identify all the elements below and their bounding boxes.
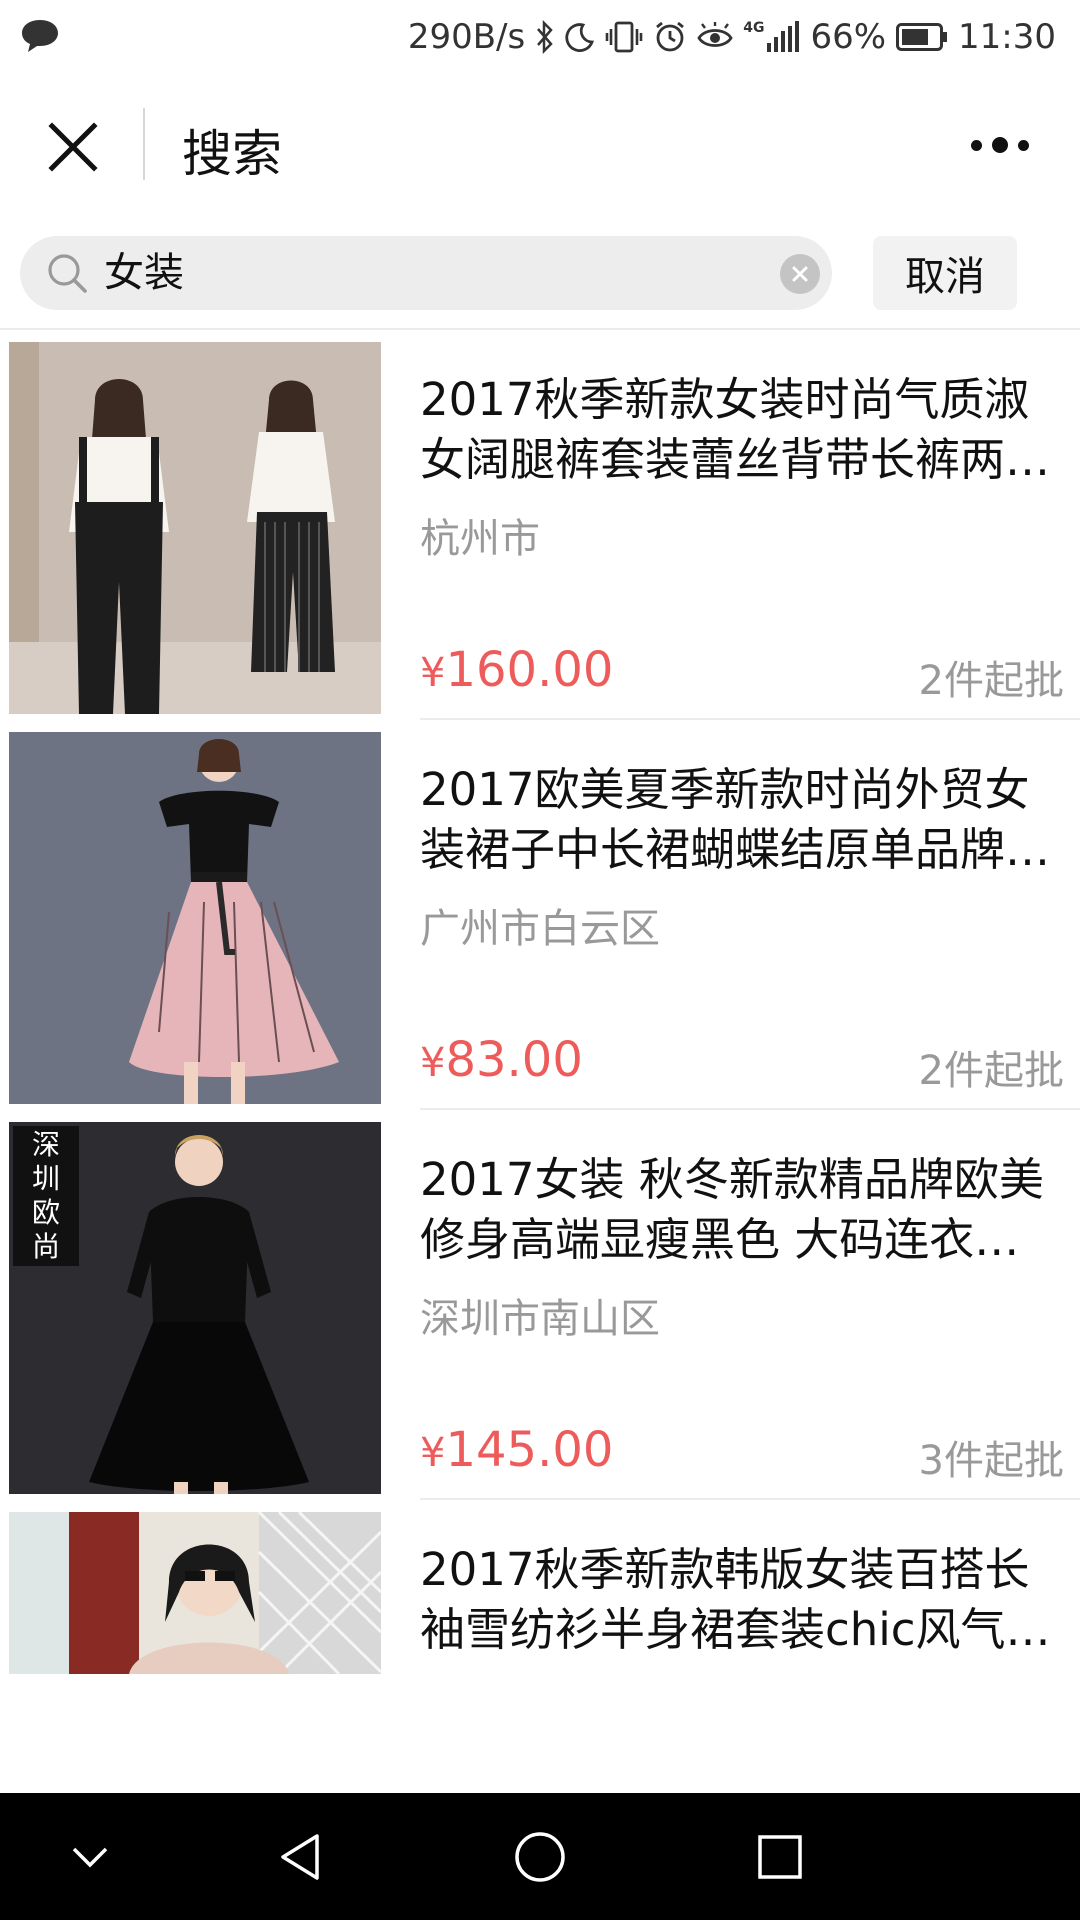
product-item[interactable]: 深圳欧尚 2017女装 秋冬新款精品牌欧美修身高端显瘦黑色 大码连衣… 深圳市南… (0, 1110, 1080, 1500)
product-location: 深圳市南山区 (420, 1296, 660, 1342)
nav-home-button[interactable] (500, 1793, 580, 1920)
price-value: 83.00 (445, 1032, 583, 1088)
vibrate-icon (605, 20, 643, 54)
nav-down-icon (72, 1847, 108, 1867)
search-query: 女装 (104, 250, 184, 296)
clear-button[interactable] (780, 254, 820, 294)
product-item[interactable]: 2017秋季新款女装时尚气质淑女阔腿裤套装蕾丝背带长裤两… 杭州市 ¥160.0… (0, 330, 1080, 720)
search-input[interactable]: 女装 (20, 236, 832, 310)
product-item[interactable]: 2017欧美夏季新款时尚外贸女装裙子中长裙蝴蝶结原单品牌… 广州市白云区 ¥83… (0, 720, 1080, 1110)
page-title: 搜索 (182, 125, 282, 183)
net-speed: 290B/s (407, 17, 526, 57)
network-type: 4G (743, 20, 765, 36)
search-row: 女装 取消 (0, 216, 1080, 330)
min-order-qty: 2件起批 (918, 658, 1064, 704)
min-order-qty: 3件起批 (918, 1438, 1064, 1484)
currency-symbol: ¥ (420, 1430, 446, 1476)
product-image (9, 342, 381, 714)
nav-back-icon (281, 1833, 319, 1880)
message-icon (20, 18, 60, 58)
search-icon (46, 252, 88, 298)
product-list: 2017秋季新款女装时尚气质淑女阔腿裤套装蕾丝背带长裤两… 杭州市 ¥160.0… (0, 330, 1080, 1720)
signal-icon: 4G (743, 21, 800, 53)
more-button[interactable] (960, 120, 1040, 170)
nav-home-icon (515, 1831, 565, 1882)
product-info: 2017秋季新款女装时尚气质淑女阔腿裤套装蕾丝背带长裤两… 杭州市 ¥160.0… (420, 342, 1080, 714)
product-title: 2017秋季新款韩版女装百搭长袖雪纺衫半身裙套装chic风气… (420, 1543, 1051, 1656)
nav-recents-icon (758, 1834, 802, 1879)
cancel-button[interactable]: 取消 (873, 236, 1017, 310)
close-icon (48, 122, 98, 172)
currency-symbol: ¥ (420, 650, 446, 696)
bluetooth-icon (535, 20, 555, 54)
product-info: 2017女装 秋冬新款精品牌欧美修身高端显瘦黑色 大码连衣… 深圳市南山区 ¥1… (420, 1122, 1080, 1494)
moon-icon (565, 22, 595, 52)
product-location: 广州市白云区 (420, 906, 660, 952)
product-title: 2017秋季新款女装时尚气质淑女阔腿裤套装蕾丝背带长裤两… (420, 373, 1051, 486)
title-bar: 搜索 (0, 74, 1080, 216)
more-icon (971, 137, 1029, 153)
nav-hide-button[interactable] (50, 1793, 130, 1920)
product-title: 2017女装 秋冬新款精品牌欧美修身高端显瘦黑色 大码连衣… (420, 1153, 1044, 1266)
product-price: ¥160.00 (420, 642, 613, 698)
product-title: 2017欧美夏季新款时尚外贸女装裙子中长裙蝴蝶结原单品牌… (420, 763, 1051, 876)
product-image: 深圳欧尚 (9, 1122, 381, 1494)
product-price: ¥83.00 (420, 1032, 583, 1088)
nav-back-button[interactable] (260, 1793, 340, 1920)
close-button[interactable] (38, 112, 108, 182)
title-divider (143, 108, 145, 180)
battery-icon (896, 23, 948, 51)
status-bar: 290B/s 4G 66% 11:30 (0, 0, 1080, 74)
clock: 11:30 (958, 17, 1056, 57)
nav-recents-button[interactable] (740, 1793, 820, 1920)
clear-icon (792, 266, 808, 282)
shop-badge: 深圳欧尚 (13, 1126, 79, 1266)
navigation-bar (0, 1793, 1080, 1920)
product-location: 杭州市 (420, 516, 540, 562)
price-value: 145.00 (445, 1422, 614, 1478)
product-image (9, 732, 381, 1104)
product-item[interactable]: 2017秋季新款韩版女装百搭长袖雪纺衫半身裙套装chic风气… (0, 1500, 1080, 1720)
currency-symbol: ¥ (420, 1040, 446, 1086)
eye-icon (697, 22, 733, 52)
product-image (9, 1512, 381, 1674)
product-info: 2017欧美夏季新款时尚外贸女装裙子中长裙蝴蝶结原单品牌… 广州市白云区 ¥83… (420, 732, 1080, 1104)
price-value: 160.00 (445, 642, 614, 698)
battery-percent: 66% (810, 17, 887, 57)
product-price: ¥145.00 (420, 1422, 613, 1478)
min-order-qty: 2件起批 (918, 1048, 1064, 1094)
alarm-icon (653, 20, 687, 54)
